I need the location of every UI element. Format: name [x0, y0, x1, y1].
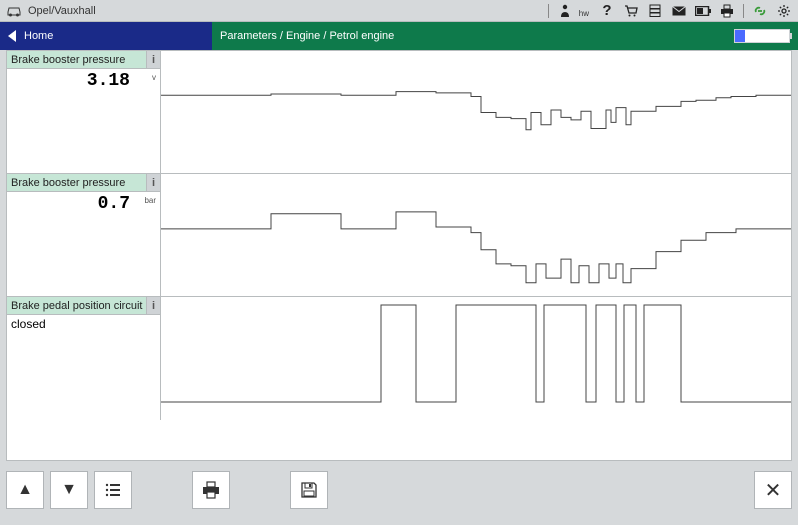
print-button[interactable]	[192, 471, 230, 509]
print-icon	[202, 481, 220, 499]
server-icon[interactable]	[647, 3, 663, 19]
close-icon: ✕	[765, 478, 782, 503]
main-area: Brake booster pressure i 3.18 v Brake bo…	[6, 50, 792, 461]
settings-icon[interactable]	[776, 3, 792, 19]
param-label-col: Brake booster pressure i 0.7 bar	[7, 174, 161, 296]
param-row-1: Brake booster pressure i 0.7 bar	[7, 174, 791, 297]
info-button[interactable]: i	[146, 174, 160, 191]
vehicle-title: Opel/Vauxhall	[28, 5, 96, 17]
param-label-col: Brake booster pressure i 3.18 v	[7, 51, 161, 173]
title-left: Opel/Vauxhall	[6, 5, 96, 17]
home-label: Home	[24, 30, 53, 42]
hw-label: hw	[579, 9, 589, 18]
title-right: hw ?	[548, 3, 792, 19]
title-bar: Opel/Vauxhall hw ?	[0, 0, 798, 22]
list-icon	[105, 483, 121, 497]
param-name: Brake pedal position circuit	[11, 300, 142, 312]
save-button[interactable]	[290, 471, 328, 509]
info-button[interactable]: i	[146, 51, 160, 68]
info-button[interactable]: i	[146, 297, 160, 314]
chart-area-1	[161, 174, 791, 296]
nav-bar: Home Parameters / Engine / Petrol engine	[0, 22, 798, 50]
param-value: 3.18	[7, 69, 160, 91]
car-icon	[6, 5, 22, 17]
triangle-up-icon: ▲	[17, 481, 33, 499]
link-icon[interactable]	[752, 3, 768, 19]
scroll-up-button[interactable]: ▲	[6, 471, 44, 509]
param-header: Brake booster pressure i	[7, 174, 160, 192]
floppy-icon	[301, 482, 317, 498]
breadcrumb: Parameters / Engine / Petrol engine	[212, 22, 798, 50]
param-row-2: Brake pedal position circuit i closed	[7, 297, 791, 420]
list-button[interactable]	[94, 471, 132, 509]
progress-battery-fill	[735, 30, 745, 42]
chart-area-0	[161, 51, 791, 173]
param-unit: v	[152, 73, 156, 82]
print-icon[interactable]	[719, 3, 735, 19]
divider	[548, 4, 549, 18]
param-name: Brake booster pressure	[11, 54, 125, 66]
param-header: Brake booster pressure i	[7, 51, 160, 69]
param-row-0: Brake booster pressure i 3.18 v	[7, 51, 791, 174]
param-name: Brake booster pressure	[11, 177, 125, 189]
triangle-down-icon: ▼	[61, 481, 77, 499]
mail-icon[interactable]	[671, 3, 687, 19]
cart-icon[interactable]	[623, 3, 639, 19]
home-button[interactable]: Home	[0, 22, 212, 50]
close-button[interactable]: ✕	[754, 471, 792, 509]
progress-battery	[734, 29, 790, 43]
param-label-col: Brake pedal position circuit i closed	[7, 297, 161, 420]
battery-icon[interactable]	[695, 3, 711, 19]
divider	[743, 4, 744, 18]
chevron-left-icon	[8, 30, 16, 42]
chart-area-2	[161, 297, 791, 420]
param-header: Brake pedal position circuit i	[7, 297, 160, 315]
param-value: closed	[7, 315, 160, 333]
param-unit: bar	[144, 196, 156, 205]
breadcrumb-text: Parameters / Engine / Petrol engine	[220, 30, 394, 42]
scroll-down-button[interactable]: ▼	[50, 471, 88, 509]
user-icon[interactable]	[557, 3, 573, 19]
footer-bar: ▲ ▼ ✕	[6, 469, 792, 511]
help-icon[interactable]: ?	[599, 3, 615, 19]
param-value: 0.7	[7, 192, 160, 214]
